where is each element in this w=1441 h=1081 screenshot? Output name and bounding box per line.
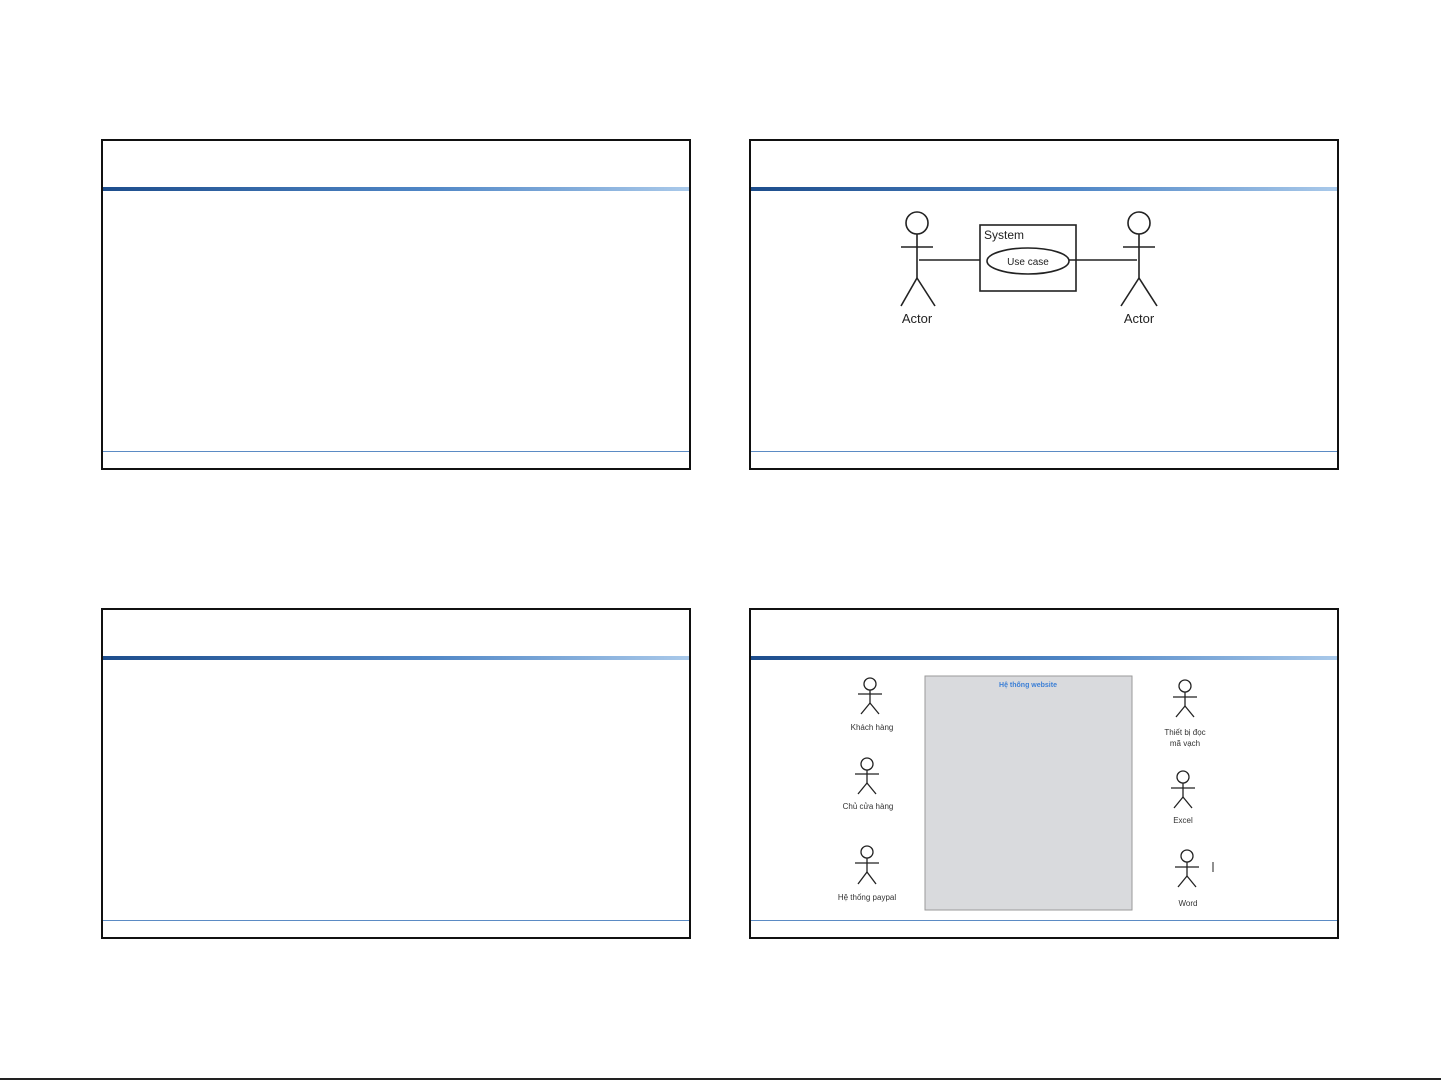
actor-label: Excel	[1173, 816, 1193, 825]
website-system-diagram: Hệ thống website Khách hàng Chủ cửa hàng…	[838, 675, 1214, 911]
actor-thiet-bi-doc-ma-vach	[1173, 679, 1197, 718]
system-boundary	[924, 675, 1133, 911]
actor-khach-hang	[858, 677, 882, 715]
system-label: System	[984, 228, 1024, 242]
page-bottom-rule	[0, 1078, 1441, 1080]
actor-excel	[1171, 770, 1195, 809]
use-case-diagram: Actor System Use case Actor	[900, 211, 1158, 326]
actor-left	[900, 211, 936, 307]
actor-he-thong-paypal	[855, 845, 879, 885]
slide-1	[101, 139, 691, 470]
system-title: Hệ thống website	[999, 681, 1057, 689]
slide-footer-line	[103, 920, 689, 921]
actor-word	[1175, 849, 1199, 888]
actor-label: Hệ thống paypal	[838, 893, 896, 902]
actor-label: Chủ cửa hàng	[843, 802, 894, 811]
use-case-label: Use case	[1007, 257, 1049, 268]
slide-title-bar	[103, 187, 689, 191]
slide-4: Hệ thống website Khách hàng Chủ cửa hàng…	[749, 608, 1339, 939]
actor-chu-cua-hang	[855, 757, 879, 795]
slide-2: Actor System Use case Actor	[749, 139, 1339, 470]
actor-label: Word	[1179, 899, 1198, 908]
slide-3	[101, 608, 691, 939]
actor-right	[1120, 211, 1158, 307]
actor-label: Thiết bị đọc	[1164, 728, 1205, 737]
actor-right-label: Actor	[1124, 311, 1155, 326]
actor-label-line2: mã vạch	[1170, 739, 1200, 748]
slide-footer-line	[103, 451, 689, 452]
actor-left-label: Actor	[902, 311, 933, 326]
actor-label: Khách hàng	[851, 723, 894, 732]
slide-title-bar	[103, 656, 689, 660]
